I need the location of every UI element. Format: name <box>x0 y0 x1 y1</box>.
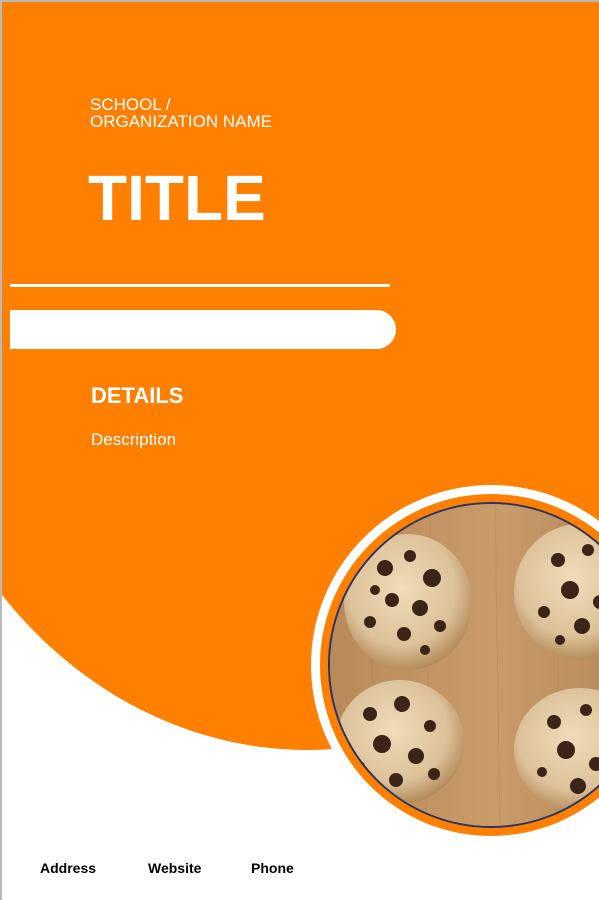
footer-contact-row: Address Website Phone <box>2 860 599 880</box>
organization-name: SCHOOL / ORGANIZATION NAME <box>90 95 272 131</box>
divider-line <box>10 284 390 287</box>
footer-address: Address <box>40 860 97 876</box>
description-text: Description <box>91 430 177 449</box>
poster-title: TITLE <box>88 162 266 234</box>
footer-website: Website <box>148 860 202 876</box>
white-banner-bar <box>10 310 396 349</box>
footer-phone: Phone <box>251 860 294 876</box>
poster-page: SCHOOL / ORGANIZATION NAME TITLE DETAILS… <box>0 0 599 900</box>
details-heading: DETAILS <box>91 383 184 408</box>
